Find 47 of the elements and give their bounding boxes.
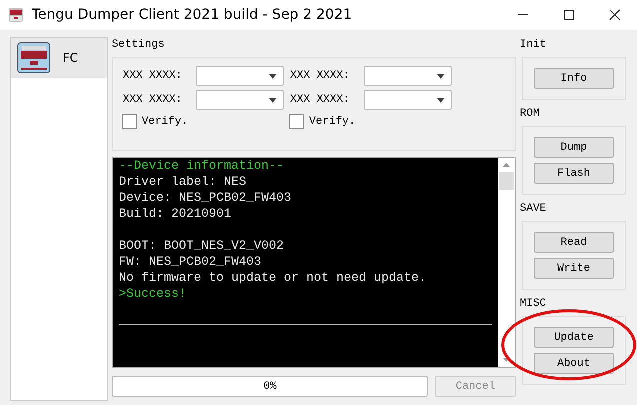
checkbox[interactable]: [122, 114, 137, 129]
maximize-icon[interactable]: [563, 9, 575, 21]
dropdown[interactable]: [364, 66, 452, 86]
field-label: XXX XXXX:: [290, 94, 350, 106]
field-label: XXX XXXX:: [123, 70, 182, 82]
group-title: Settings: [112, 38, 166, 53]
log-line: --Device information--: [119, 158, 286, 174]
group-title: Init: [520, 38, 548, 53]
dropdown-arrow-icon: [269, 74, 278, 78]
action-button[interactable]: Flash: [534, 163, 614, 184]
checkbox[interactable]: [289, 114, 304, 129]
dropdown[interactable]: [196, 66, 284, 86]
dropdown[interactable]: [196, 90, 284, 110]
action-button[interactable]: Update: [534, 327, 614, 348]
log-line: BOOT: BOOT_NES_V2_V002: [119, 238, 286, 254]
field-label: XXX XXXX:: [290, 70, 350, 82]
scroll-thumb[interactable]: [499, 172, 514, 190]
group-title: ROM: [520, 107, 541, 122]
action-button[interactable]: Write: [534, 258, 614, 279]
log-line: Device: NES_PCB02_FW403: [119, 190, 293, 206]
log-line: Driver label: NES: [119, 174, 248, 190]
device-item[interactable]: FC: [11, 38, 107, 78]
log-line: Build: 20210901: [119, 206, 233, 222]
dropdown-arrow-icon: [436, 74, 445, 78]
scroll-up-icon[interactable]: [503, 163, 510, 167]
action-button[interactable]: About: [534, 353, 614, 374]
action-button[interactable]: Dump: [534, 137, 614, 158]
dropdown[interactable]: [364, 90, 452, 110]
field-label: XXX XXXX:: [123, 94, 182, 106]
scrollbar[interactable]: [498, 158, 515, 367]
action-button[interactable]: Read: [534, 232, 614, 253]
log-line: No firmware to update or not need update.: [119, 270, 428, 286]
console-icon: [8, 7, 24, 23]
group-title: SAVE: [520, 202, 548, 217]
action-button[interactable]: Info: [534, 68, 614, 89]
checkbox-label: Verify.: [142, 116, 188, 128]
log-line: FW: NES_PCB02_FW403: [119, 254, 263, 270]
scroll-down-icon[interactable]: [503, 358, 510, 362]
log-line: >Success!: [119, 286, 188, 302]
window-title: Tengu Dumper Client 2021 build - Sep 2 2021: [32, 7, 352, 23]
console-icon: [17, 42, 51, 74]
dropdown-arrow-icon: [269, 98, 278, 102]
checkbox-label: Verify.: [309, 116, 356, 128]
progress-text: 0%: [264, 380, 277, 392]
dropdown-arrow-icon: [436, 98, 445, 102]
close-icon[interactable]: [609, 9, 621, 21]
group-title: MISC: [520, 297, 548, 312]
